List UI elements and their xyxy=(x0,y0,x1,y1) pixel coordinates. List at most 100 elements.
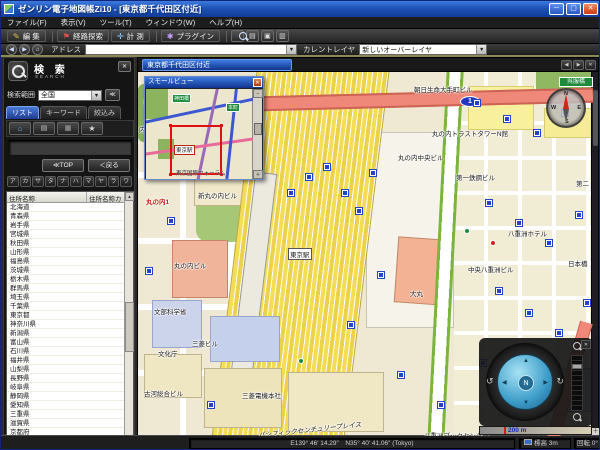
rotate-right-icon[interactable]: ↻ xyxy=(556,376,564,387)
layers-button[interactable]: ▣ xyxy=(261,30,274,42)
list-item-prefecture[interactable]: 茨城県 xyxy=(7,266,126,275)
kana-index-button[interactable]: サ xyxy=(32,176,44,187)
close-button[interactable]: ✕ xyxy=(583,3,598,15)
pan-dpad[interactable]: ▲ ▼ ◀ ▶ N xyxy=(497,354,553,410)
small-view-map[interactable]: 神田橋本町東京駅東京国際フォーラム中央区役所 xyxy=(146,89,253,179)
map-window-titlebar[interactable]: 東京都千代田区付近 ◀ ▶ ✕ xyxy=(138,58,598,72)
small-view-zoom-slider[interactable]: − ＋ xyxy=(252,89,262,179)
zoom-out-icon[interactable] xyxy=(572,412,583,423)
kana-index-button[interactable]: ナ xyxy=(57,176,69,187)
kana-index-button[interactable]: マ xyxy=(83,176,95,187)
kana-index-button[interactable]: タ xyxy=(45,176,57,187)
list-vertical-scrollbar[interactable]: ▲ xyxy=(124,192,133,450)
list-item-prefecture[interactable]: 石川県 xyxy=(7,347,126,356)
tab-list[interactable]: リスト xyxy=(6,106,39,119)
slider-thumb[interactable] xyxy=(572,364,582,369)
list-item-prefecture[interactable]: 福島県 xyxy=(7,257,126,266)
kana-index-button[interactable]: ワ xyxy=(120,176,132,187)
edit-button[interactable]: ✎ 編 集 xyxy=(7,30,46,42)
kana-index-button[interactable]: ヤ xyxy=(95,176,107,187)
zoom-out-icon[interactable]: − xyxy=(253,89,263,98)
building-category-button[interactable]: ▦ xyxy=(57,122,79,135)
scrollbar-thumb[interactable] xyxy=(125,302,134,352)
route-search-button[interactable]: ⚑ 経路探索 xyxy=(57,30,109,42)
measure-button[interactable]: ✛ 計 測 xyxy=(111,30,150,42)
small-view-close-button[interactable]: ✕ xyxy=(253,78,262,87)
map-window-close-button[interactable]: ✕ xyxy=(585,60,596,70)
list-item-prefecture[interactable]: 山梨県 xyxy=(7,365,126,374)
forward-button[interactable]: ▶ xyxy=(19,44,30,55)
search-breadcrumb-field[interactable] xyxy=(8,140,132,156)
list-item-prefecture[interactable]: 富山県 xyxy=(7,338,126,347)
north-reset-button[interactable]: N xyxy=(518,375,534,391)
column-header-kana[interactable]: 住所名称カ xyxy=(87,192,125,202)
top-button[interactable]: ≪TOP xyxy=(42,159,84,172)
column-header-name[interactable]: 住所名称 xyxy=(7,192,87,202)
minimize-button[interactable]: ─ xyxy=(549,3,564,15)
address-combobox[interactable]: ▼ xyxy=(85,44,297,55)
folder-button[interactable]: ▥ xyxy=(276,30,289,42)
list-item-prefecture[interactable]: 青森県 xyxy=(7,212,126,221)
tab-keyword[interactable]: キーワード xyxy=(40,106,87,119)
map-scale-bar[interactable]: 200 m xyxy=(479,426,592,435)
dropdown-arrow-icon[interactable]: ▼ xyxy=(286,45,296,54)
list-item-prefecture[interactable]: 東京都 xyxy=(7,311,126,320)
list-item-prefecture[interactable]: 埼玉県 xyxy=(7,293,126,302)
list-item-prefecture[interactable]: 愛知県 xyxy=(7,401,126,410)
maximize-button[interactable]: ▢ xyxy=(566,3,581,15)
zoom-in-icon[interactable]: ＋ xyxy=(253,170,263,179)
list-item-prefecture[interactable]: 群馬県 xyxy=(7,284,126,293)
map-window-prev-button[interactable]: ◀ xyxy=(561,60,572,70)
list-item-prefecture[interactable]: 山形県 xyxy=(7,248,126,257)
home-button[interactable]: ⌂ xyxy=(32,44,43,55)
plugin-button[interactable]: ✱ プラグイン xyxy=(161,30,220,42)
kana-index-button[interactable]: ラ xyxy=(108,176,120,187)
home-category-button[interactable]: ⌂ xyxy=(9,122,31,135)
menu-help[interactable]: ヘルプ(H) xyxy=(209,17,242,28)
map-canvas[interactable]: 1 呉服橋 N E S W スモールビュー ✕ xyxy=(138,72,593,436)
slider-thumb[interactable] xyxy=(254,123,262,135)
list-item-prefecture[interactable]: 宮城県 xyxy=(7,230,126,239)
list-item-prefecture[interactable]: 北海道 xyxy=(7,203,126,212)
current-layer-combobox[interactable]: 新しいオーバーレイヤ ▼ xyxy=(359,44,487,55)
list-item-prefecture[interactable]: 岐阜県 xyxy=(7,383,126,392)
pan-up-icon[interactable]: ▲ xyxy=(523,358,529,364)
rotate-left-icon[interactable]: ↺ xyxy=(486,376,494,387)
menu-tools[interactable]: ツール(T) xyxy=(100,17,132,28)
list-item-prefecture[interactable]: 栃木県 xyxy=(7,275,126,284)
list-item-prefecture[interactable]: 神奈川県 xyxy=(7,320,126,329)
kana-index-button[interactable]: ハ xyxy=(70,176,82,187)
search-range-combobox[interactable]: 全国 ▼ xyxy=(38,90,102,101)
dropdown-arrow-icon[interactable]: ▼ xyxy=(91,91,101,100)
menu-view[interactable]: 表示(V) xyxy=(61,17,86,28)
menu-window[interactable]: ウィンドウ(W) xyxy=(146,17,196,28)
compass-rose[interactable]: N E S W xyxy=(546,88,586,128)
rotation-ring[interactable]: ↺ ↻ ▲ ▼ ◀ ▶ N xyxy=(486,343,564,421)
back-button[interactable]: ◀ xyxy=(6,44,17,55)
list-item-prefecture[interactable]: 秋田県 xyxy=(7,239,126,248)
list-item-prefecture[interactable]: 新潟県 xyxy=(7,329,126,338)
favorites-category-button[interactable]: ★ xyxy=(81,122,103,135)
search-panel-close-button[interactable]: ✕ xyxy=(118,61,131,72)
list-item-prefecture[interactable]: 滋賀県 xyxy=(7,419,126,428)
list-item-prefecture[interactable]: 長野県 xyxy=(7,374,126,383)
zoom-slider[interactable] xyxy=(571,355,583,411)
dropdown-arrow-icon[interactable]: ▼ xyxy=(476,45,486,54)
list-back-button[interactable]: ＜戻る xyxy=(88,159,130,172)
map-window-title[interactable]: 東京都千代田区付近 xyxy=(142,59,292,71)
list-item-prefecture[interactable]: 福井県 xyxy=(7,356,126,365)
list-item-prefecture[interactable]: 岩手県 xyxy=(7,221,126,230)
pan-down-icon[interactable]: ▼ xyxy=(523,400,529,406)
station-category-button[interactable]: ▤ xyxy=(33,122,55,135)
list-item-prefecture[interactable]: 千葉県 xyxy=(7,302,126,311)
map-search-tool-button[interactable] xyxy=(231,30,244,42)
kana-index-button[interactable]: ア xyxy=(7,176,19,187)
title-bar[interactable]: ゼンリン電子地図帳Zi10 - [東京都千代田区付近] ─ ▢ ✕ xyxy=(1,1,600,17)
panel-collapse-button[interactable]: ≪ xyxy=(105,89,120,101)
nav-control-close-button[interactable]: ✕ xyxy=(581,340,591,349)
pan-right-icon[interactable]: ▶ xyxy=(543,379,548,386)
scroll-up-icon[interactable]: ▲ xyxy=(125,192,134,201)
kana-index-button[interactable]: カ xyxy=(20,176,32,187)
pan-left-icon[interactable]: ◀ xyxy=(502,379,507,386)
menu-file[interactable]: ファイル(F) xyxy=(7,17,47,28)
